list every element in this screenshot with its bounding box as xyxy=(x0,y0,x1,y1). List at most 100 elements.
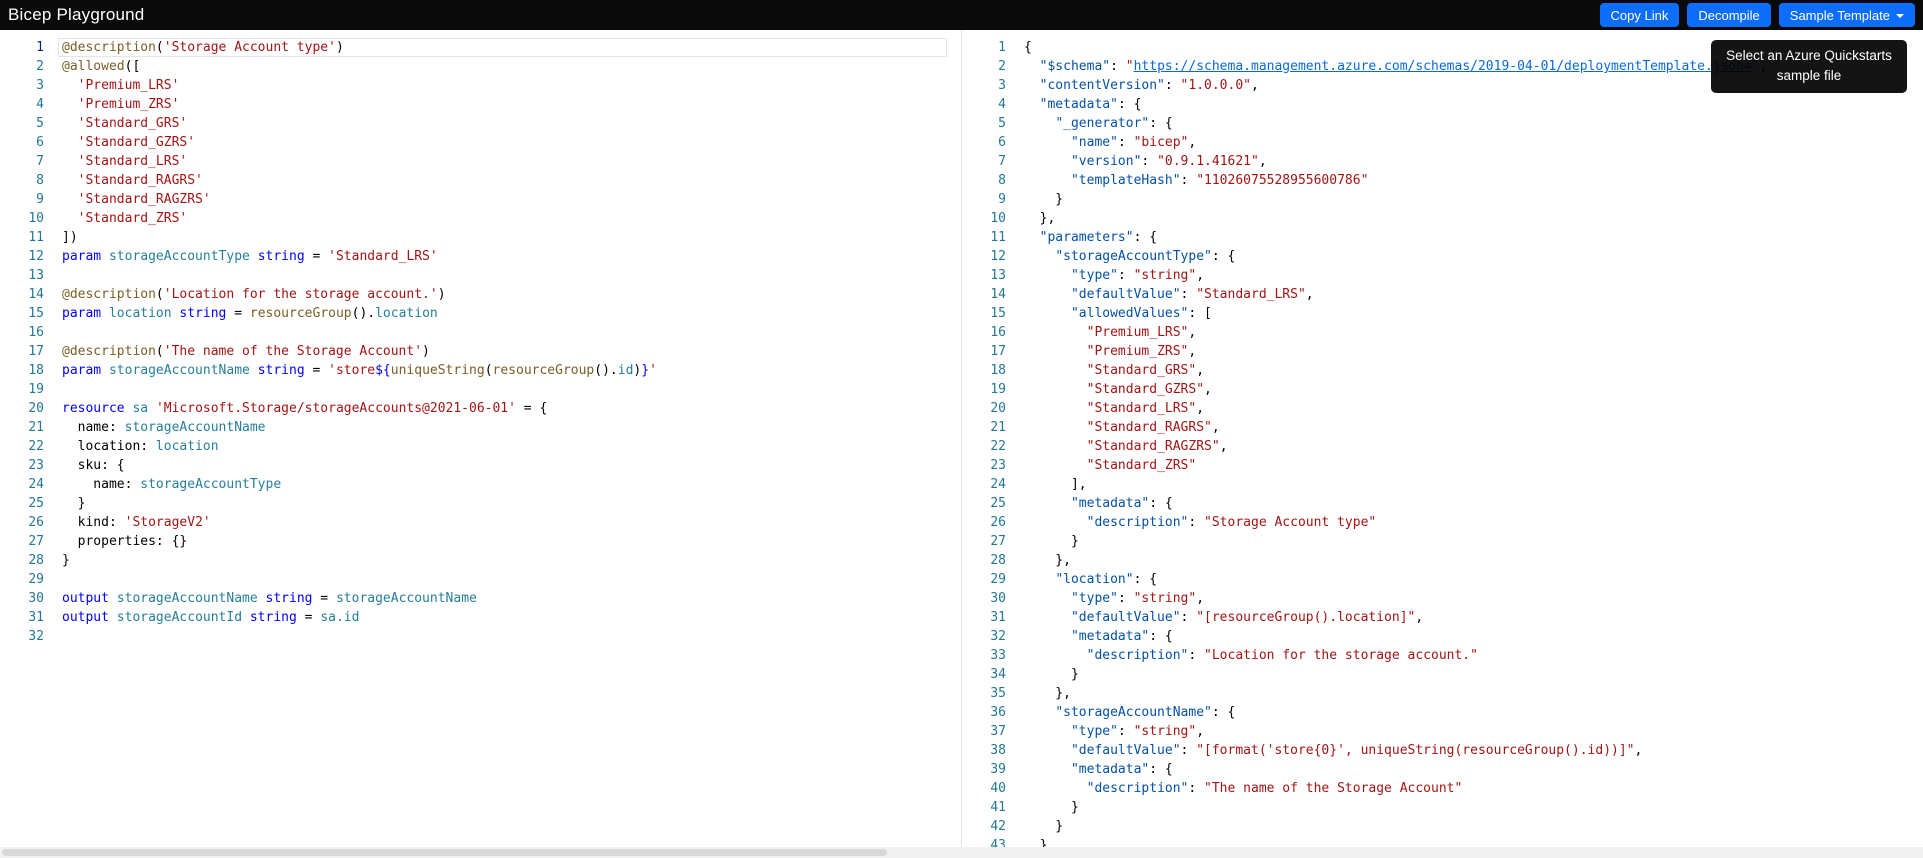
code-line: 4 "metadata": { xyxy=(962,95,1923,114)
code-line: 32 xyxy=(0,627,961,646)
tooltip-text: Select an Azure Quickstarts sample file xyxy=(1726,48,1892,84)
line-number: 39 xyxy=(990,762,1006,777)
code-text: param storageAccountType string = 'Stand… xyxy=(62,249,438,264)
line-number: 32 xyxy=(990,629,1006,644)
code-text: "Standard_LRS", xyxy=(1086,401,1205,416)
horizontal-scrollbar[interactable] xyxy=(0,847,1923,858)
page-title: Bicep Playground xyxy=(8,5,145,24)
line-number: 41 xyxy=(990,800,1006,815)
code-line: 31 "defaultValue": "[resourceGroup().loc… xyxy=(962,608,1923,627)
line-number: 19 xyxy=(990,382,1006,397)
code-text: "location": { xyxy=(1055,572,1158,587)
code-line: 22 location: location xyxy=(0,437,961,456)
line-number: 7 xyxy=(36,154,44,169)
line-number: 25 xyxy=(28,496,44,511)
app-header: Bicep Playground Copy Link Decompile Sam… xyxy=(0,0,1923,30)
code-line: 32 "metadata": { xyxy=(962,627,1923,646)
line-number: 7 xyxy=(998,154,1006,169)
code-text: output storageAccountName string = stora… xyxy=(62,591,477,606)
code-text: "type": "string", xyxy=(1070,591,1205,606)
code-line: 23 "Standard_ZRS" xyxy=(962,456,1923,475)
line-number: 35 xyxy=(990,686,1006,701)
copy-link-button[interactable]: Copy Link xyxy=(1599,3,1680,27)
code-text: "Premium_LRS", xyxy=(1086,325,1197,340)
line-number: 5 xyxy=(998,116,1006,131)
line-number: 22 xyxy=(28,439,44,454)
code-text: location: location xyxy=(62,439,219,454)
sample-template-button[interactable]: Sample Template xyxy=(1778,3,1915,27)
code-line: 29 xyxy=(0,570,961,589)
code-line: 16 xyxy=(0,323,961,342)
line-number: 15 xyxy=(990,306,1006,321)
line-number: 28 xyxy=(28,553,44,568)
line-number: 38 xyxy=(990,743,1006,758)
line-number: 21 xyxy=(990,420,1006,435)
code-line: 18 "Standard_GRS", xyxy=(962,361,1923,380)
line-number: 4 xyxy=(36,97,44,112)
code-text: param location string = resourceGroup().… xyxy=(62,306,438,321)
code-text: }, xyxy=(1024,553,1071,568)
code-text: } xyxy=(62,553,70,568)
code-text: resource sa 'Microsoft.Storage/storageAc… xyxy=(62,401,548,416)
line-number: 31 xyxy=(28,610,44,625)
line-number: 31 xyxy=(990,610,1006,625)
code-line: 26 kind: 'StorageV2' xyxy=(0,513,961,532)
code-text: "defaultValue": "[format('store{0}', uni… xyxy=(1070,743,1643,758)
code-line: 13 "type": "string", xyxy=(962,266,1923,285)
code-line: 4 'Premium_ZRS' xyxy=(0,95,961,114)
line-number: 23 xyxy=(990,458,1006,473)
line-number: 11 xyxy=(990,230,1006,245)
code-line: 25 } xyxy=(0,494,961,513)
code-text: "Standard_GRS", xyxy=(1086,363,1205,378)
line-number: 10 xyxy=(990,211,1006,226)
line-number: 42 xyxy=(990,819,1006,834)
code-line: 7 "version": "0.9.1.41621", xyxy=(962,152,1923,171)
code-text: properties: {} xyxy=(62,534,188,549)
line-number: 21 xyxy=(28,420,44,435)
code-text: "description": "Storage Account type" xyxy=(1086,515,1377,530)
json-editor[interactable]: 1 {2 "$schema": "https://schema.managemen… xyxy=(962,30,1923,858)
line-number: 26 xyxy=(990,515,1006,530)
line-number: 3 xyxy=(36,78,44,93)
horizontal-scrollbar-thumb[interactable] xyxy=(2,849,887,856)
code-line: 24 ], xyxy=(962,475,1923,494)
code-line: 14 @description('Location for the storage… xyxy=(0,285,961,304)
line-number: 30 xyxy=(990,591,1006,606)
bicep-playground-app: Bicep Playground Copy Link Decompile Sam… xyxy=(0,0,1923,858)
code-text: "description": "The name of the Storage … xyxy=(1086,781,1463,796)
line-number: 2 xyxy=(998,59,1006,74)
line-number: 20 xyxy=(28,401,44,416)
line-number: 2 xyxy=(36,59,44,74)
code-text: "metadata": { xyxy=(1070,762,1173,777)
code-line: 31 output storageAccountId string = sa.id xyxy=(0,608,961,627)
line-number: 36 xyxy=(990,705,1006,720)
line-number: 11 xyxy=(28,230,44,245)
code-line: 15 "allowedValues": [ xyxy=(962,304,1923,323)
code-text: @description('The name of the Storage Ac… xyxy=(62,344,430,359)
line-number: 37 xyxy=(990,724,1006,739)
code-text: } xyxy=(1024,819,1064,834)
code-line: 21 "Standard_RAGRS", xyxy=(962,418,1923,437)
code-line: 22 "Standard_RAGZRS", xyxy=(962,437,1923,456)
line-number: 30 xyxy=(28,591,44,606)
code-line: 8 "templateHash": "11026075528955600786" xyxy=(962,171,1923,190)
decompile-button[interactable]: Decompile xyxy=(1687,3,1771,27)
code-text: "metadata": { xyxy=(1070,629,1173,644)
code-line: 35 }, xyxy=(962,684,1923,703)
editor-split-view: 1 @description('Storage Account type') 2 @a… xyxy=(0,30,1923,858)
code-line: 28 }, xyxy=(962,551,1923,570)
line-number: 27 xyxy=(28,534,44,549)
line-number: 1 xyxy=(998,40,1006,55)
chevron-down-icon xyxy=(1896,13,1904,18)
code-line: 33 "description": "Location for the stor… xyxy=(962,646,1923,665)
code-text: "defaultValue": "[resourceGroup().locati… xyxy=(1070,610,1424,625)
code-text: "templateHash": "11026075528955600786" xyxy=(1070,173,1369,188)
line-number: 6 xyxy=(998,135,1006,150)
line-number: 8 xyxy=(36,173,44,188)
code-text: "name": "bicep", xyxy=(1070,135,1197,150)
bicep-editor[interactable]: 1 @description('Storage Account type') 2 @a… xyxy=(0,30,961,858)
line-number: 14 xyxy=(990,287,1006,302)
json-editor-lines: 1 {2 "$schema": "https://schema.managemen… xyxy=(962,30,1923,855)
code-text: "description": "Location for the storage… xyxy=(1086,648,1478,663)
code-line: 41 } xyxy=(962,798,1923,817)
